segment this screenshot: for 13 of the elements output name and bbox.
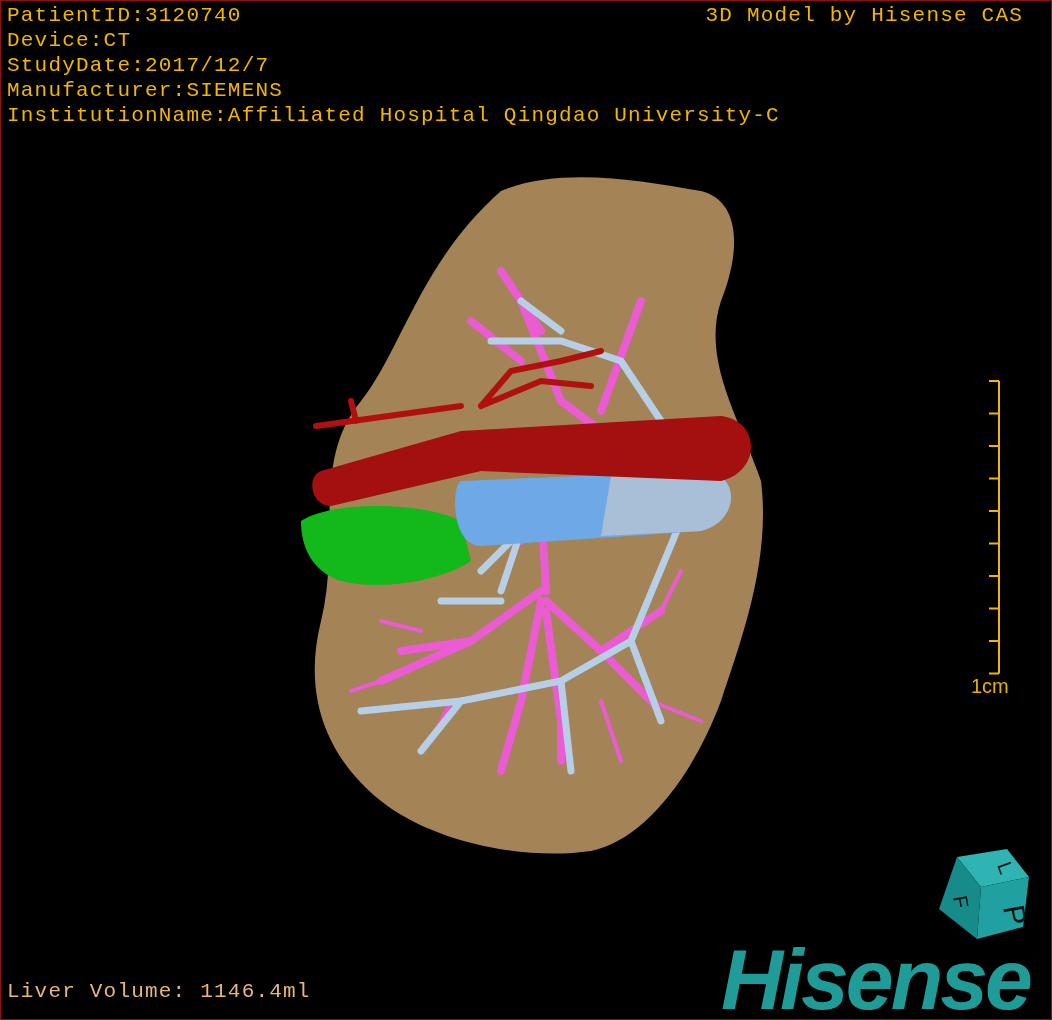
liver-volume-text: Liver Volume: 1146.4ml (7, 979, 311, 1004)
viewer-title: 3D Model by Hisense CAS (705, 3, 1023, 28)
orientation-cube[interactable]: L P F (939, 849, 1033, 939)
scale-label: 1cm (971, 675, 1009, 698)
patient-info-text: Device:CT (7, 28, 132, 53)
cube-face-label: L (993, 858, 1018, 877)
cube-face-label: P (997, 902, 1033, 928)
patient-info-text: InstitutionName:Affiliated Hospital Qingdao University-C (7, 103, 780, 128)
patient-info-text: StudyDate:2017/12/7 (7, 53, 270, 78)
patient-info-text: PatientID:3120740 (7, 3, 242, 28)
cube-face-label: F (949, 893, 973, 910)
patient-info-text: Manufacturer:SIEMENS (7, 78, 284, 103)
brand-logo: Hisense (721, 936, 1030, 1019)
